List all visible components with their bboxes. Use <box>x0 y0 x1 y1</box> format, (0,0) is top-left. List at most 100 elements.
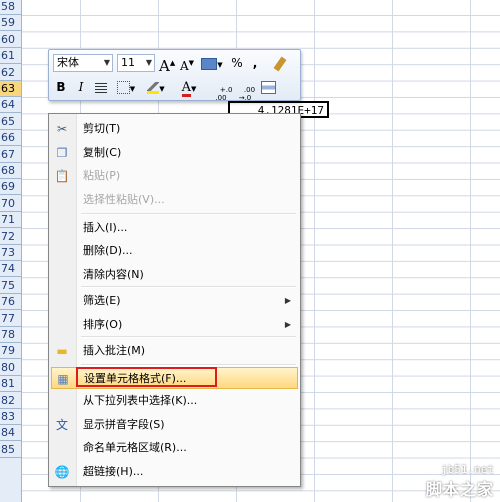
fill-color-button[interactable]: ▼ <box>143 77 169 97</box>
format-painter-icon <box>273 56 287 71</box>
menu-item-label: 删除(D)... <box>83 244 133 257</box>
row-header-77[interactable]: 77 <box>0 311 21 327</box>
borders-button[interactable]: ▼ <box>113 77 139 97</box>
font-color-letter: A <box>181 80 191 95</box>
scissors-icon: ✂ <box>56 122 68 136</box>
center-align-button[interactable] <box>93 77 109 97</box>
font-color-button[interactable]: A ▼ <box>175 77 203 97</box>
chevron-down-icon: ▼ <box>145 58 152 67</box>
menu-item-9[interactable]: 排序(O) ▶ <box>49 314 300 336</box>
merge-center-icon <box>260 81 276 94</box>
row-header-58[interactable]: 58 <box>0 0 21 15</box>
menu-item-label: 筛选(E) <box>83 294 121 307</box>
menu-item-1[interactable]: ✂ 剪切(T) <box>49 118 300 140</box>
menu-separator <box>81 213 296 215</box>
row-header-62[interactable]: 62 <box>0 65 21 81</box>
menu-item-label: 显示拼音字段(S) <box>83 418 165 431</box>
menu-item-2[interactable]: ❐ 复制(C) <box>49 142 300 164</box>
bold-button[interactable]: B <box>53 77 69 97</box>
menu-item-5[interactable]: 插入(I)... <box>49 217 300 239</box>
row-header-72[interactable]: 72 <box>0 229 21 245</box>
menu-item-8[interactable]: 筛选(E) ▶ <box>49 290 300 312</box>
watermark-name: 脚本之家 <box>425 480 494 499</box>
row-header-82[interactable]: 82 <box>0 393 21 409</box>
row-header-73[interactable]: 73 <box>0 245 21 261</box>
italic-icon: I <box>78 80 84 94</box>
menu-item-label: 插入批注(M) <box>83 344 146 357</box>
italic-button[interactable]: I <box>73 77 89 97</box>
menu-item-label: 命名单元格区域(R)... <box>83 441 187 454</box>
font-name-select[interactable]: 宋体 ▼ <box>53 54 113 72</box>
row-header-61[interactable]: 61 <box>0 48 21 65</box>
row-header-79[interactable]: 79 <box>0 343 21 360</box>
submenu-arrow-icon: ▶ <box>284 320 291 329</box>
borders-icon <box>116 81 130 94</box>
row-header-83[interactable]: 83 <box>0 409 21 425</box>
menu-item-6[interactable]: 删除(D)... <box>49 240 300 262</box>
menu-item-13[interactable]: 文 显示拼音字段(S) <box>49 414 300 436</box>
row-header-69[interactable]: 69 <box>0 179 21 196</box>
row-header-70[interactable]: 70 <box>0 196 21 212</box>
decrease-decimal-icon: .00 →.0 <box>238 86 256 102</box>
row-header-59[interactable]: 59 <box>0 15 21 32</box>
paste-icon: 📋 <box>54 169 70 183</box>
menu-item-15[interactable]: 🌐 超链接(H)... <box>49 461 300 483</box>
merge-center-button[interactable] <box>259 77 277 97</box>
row-header-76[interactable]: 76 <box>0 294 21 311</box>
row-header-67[interactable]: 67 <box>0 147 21 163</box>
submenu-arrow-icon: ▶ <box>284 296 291 305</box>
menu-item-label: 粘贴(P) <box>83 169 121 182</box>
row-header-81[interactable]: 81 <box>0 376 21 393</box>
comma-icon: , <box>252 56 258 70</box>
row-header-64[interactable]: 64 <box>0 97 21 114</box>
row-header-78[interactable]: 78 <box>0 327 21 343</box>
grow-font-button[interactable]: A▲ <box>159 53 175 75</box>
watermark: jb51.net 脚本之家 <box>426 463 494 500</box>
font-size-value: 11 <box>121 56 135 69</box>
menu-item-10[interactable]: ▬ 插入批注(M) <box>49 340 300 362</box>
row-header-63[interactable]: 63 <box>0 81 21 97</box>
row-header-74[interactable]: 74 <box>0 261 21 278</box>
row-header-75[interactable]: 75 <box>0 278 21 294</box>
center-align-icon <box>95 82 107 93</box>
row-header-71[interactable]: 71 <box>0 212 21 229</box>
annotation-highlight-box <box>76 367 217 387</box>
menu-item-4: 选择性粘贴(V)... <box>49 189 300 211</box>
menu-item-label: 选择性粘贴(V)... <box>83 193 165 206</box>
font-size-select[interactable]: 11 ▼ <box>117 54 155 72</box>
menu-item-label: 插入(I)... <box>83 221 128 234</box>
phonetic-icon: 文 <box>55 418 68 432</box>
context-menu: ✂ 剪切(T) ❐ 复制(C) 📋 粘贴(P) 选择性粘贴(V)... 插入(I)... 删除(… <box>48 113 301 487</box>
increase-decimal-button[interactable]: +.0 .00 <box>211 78 232 102</box>
menu-separator <box>81 364 296 366</box>
row-header-column: 58 59 60 61 62 63 64 65 66 67 68 69 70 71 72 73 74 75 76 77… <box>0 0 22 502</box>
menu-item-7[interactable]: 清除内容(N) <box>49 264 300 286</box>
menu-item-14[interactable]: 命名单元格区域(R)... <box>49 437 300 459</box>
hyperlink-icon: 🌐 <box>54 465 70 479</box>
format-painter-button[interactable] <box>270 53 290 73</box>
menu-item-label: 从下拉列表中选择(K)... <box>83 394 198 407</box>
percent-button[interactable]: % <box>229 53 245 73</box>
row-header-60[interactable]: 60 <box>0 32 21 48</box>
comma-button[interactable]: , <box>248 53 262 73</box>
font-color-icon: A <box>181 80 191 97</box>
font-name-value: 宋体 <box>57 56 79 69</box>
bold-icon: B <box>56 80 66 94</box>
menu-separator <box>81 286 296 288</box>
row-header-65[interactable]: 65 <box>0 114 21 130</box>
menu-item-12[interactable]: 从下拉列表中选择(K)... <box>49 390 300 412</box>
row-header-66[interactable]: 66 <box>0 130 21 147</box>
decrease-decimal-button[interactable]: .00 →.0 <box>235 78 255 102</box>
row-header-85[interactable]: 85 <box>0 442 21 458</box>
menu-item-label: 剪切(T) <box>83 122 121 135</box>
watermark-domain: jb51.net <box>441 463 494 476</box>
comment-icon: ▬ <box>56 344 68 358</box>
mini-toolbar: 宋体 ▼ 11 ▼ A▲ A▼ ▼ % , B I ▼ ▼ A ▼ +.0 .0… <box>48 49 301 102</box>
row-header-84[interactable]: 84 <box>0 425 21 442</box>
percent-icon: % <box>231 56 243 70</box>
number-format-button[interactable]: ▼ <box>200 53 224 73</box>
row-header-80[interactable]: 80 <box>0 360 21 376</box>
shrink-font-button[interactable]: A▼ <box>179 53 195 73</box>
row-header-68[interactable]: 68 <box>0 163 21 179</box>
menu-item-label: 复制(C) <box>83 146 122 159</box>
